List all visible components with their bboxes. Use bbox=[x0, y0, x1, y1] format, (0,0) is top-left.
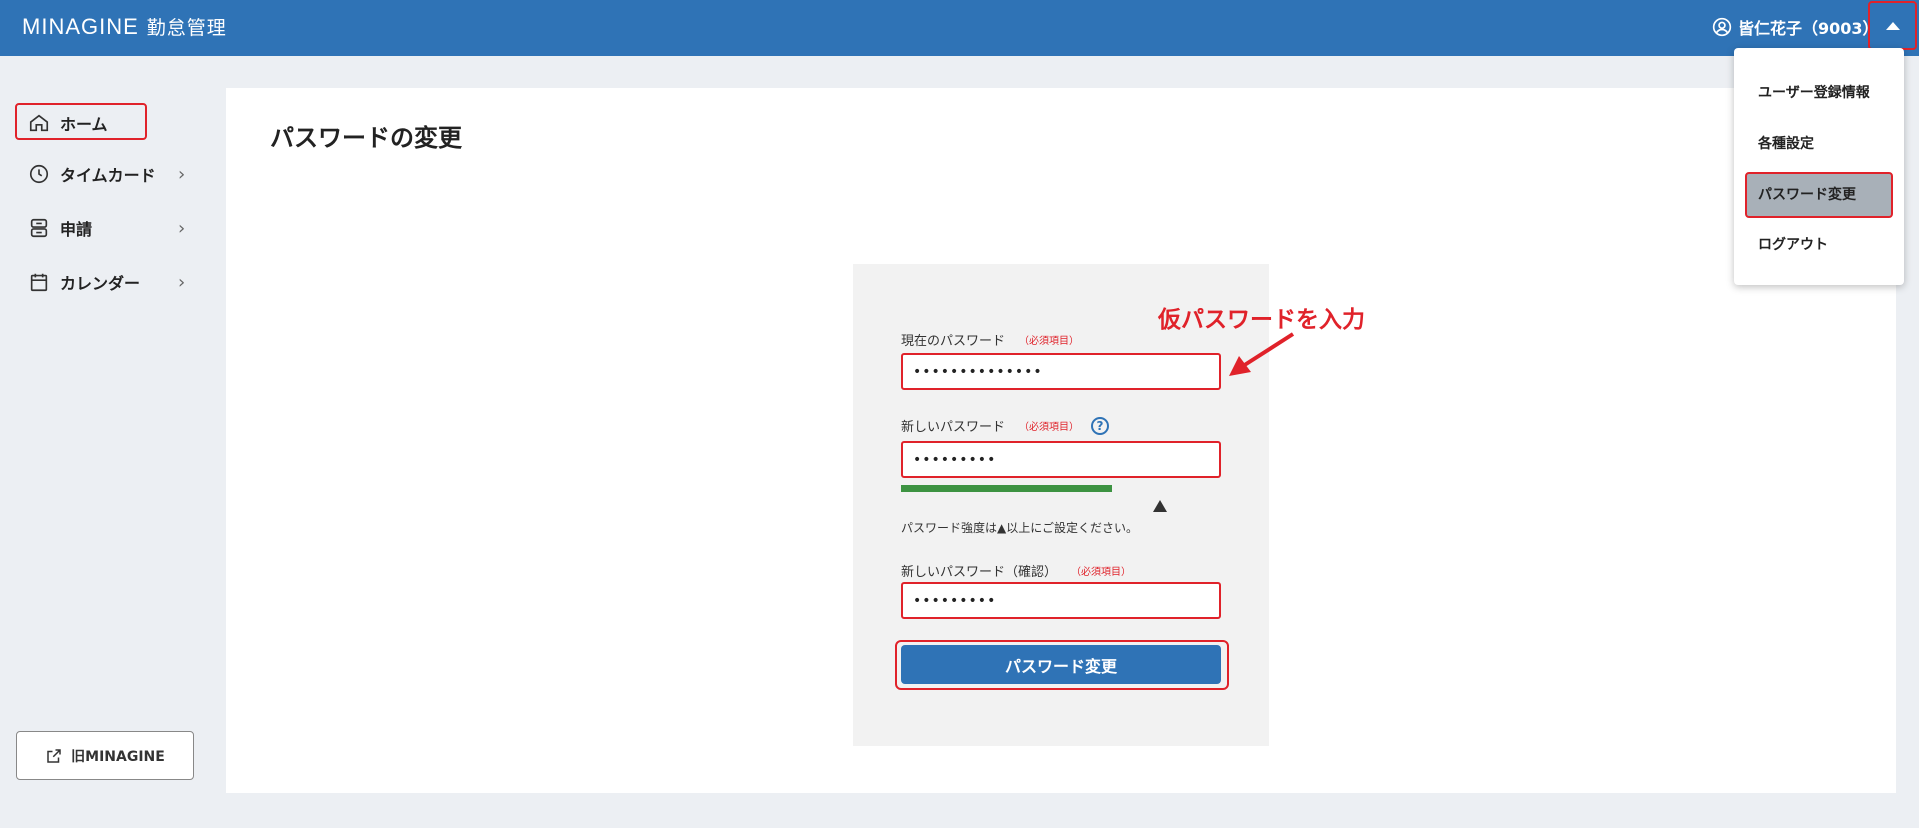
new-password-input[interactable]: ••••••••• bbox=[901, 441, 1221, 478]
sidebar-item-calendar[interactable]: カレンダー › bbox=[28, 266, 185, 298]
strength-fill bbox=[901, 485, 1112, 492]
menu-item-user-info[interactable]: ユーザー登録情報 bbox=[1758, 82, 1870, 102]
sidebar-item-home[interactable]: ホーム bbox=[28, 107, 108, 139]
logo-text: MINAGINE bbox=[22, 14, 139, 39]
confirm-password-label: 新しいパスワード（確認） （必須項目） bbox=[901, 561, 1131, 580]
page-title: パスワードの変更 bbox=[270, 124, 462, 152]
confirm-password-label-text: 新しいパスワード（確認） bbox=[901, 565, 1058, 580]
sidebar-item-label: 申請 bbox=[60, 220, 93, 239]
user-name: 皆仁花子（9003） bbox=[1738, 19, 1879, 38]
confirm-password-input[interactable]: ••••••••• bbox=[901, 582, 1221, 619]
clock-icon bbox=[29, 164, 49, 184]
current-password-input[interactable]: •••••••••••••• bbox=[901, 353, 1221, 390]
sidebar-item-timecard[interactable]: タイムカード › bbox=[28, 158, 185, 190]
user-menu[interactable]: 皆仁花子（9003） bbox=[1712, 15, 1879, 39]
menu-item-logout[interactable]: ログアウト bbox=[1758, 234, 1828, 254]
external-link-icon bbox=[47, 748, 61, 763]
sidebar-item-label: タイムカード bbox=[60, 166, 156, 185]
user-dropdown-menu: ユーザー登録情報 各種設定 パスワード変更 ログアウト bbox=[1734, 48, 1904, 285]
sidebar-item-label: ホーム bbox=[60, 115, 108, 134]
new-password-label-text: 新しいパスワード bbox=[901, 420, 1006, 435]
change-password-button[interactable]: パスワード変更 bbox=[901, 645, 1221, 684]
help-icon[interactable]: ? bbox=[1091, 416, 1110, 435]
new-password-label: 新しいパスワード （必須項目） ? bbox=[901, 416, 1110, 435]
menu-item-change-password[interactable]: パスワード変更 bbox=[1758, 184, 1856, 204]
password-strength-meter bbox=[901, 485, 1161, 492]
user-menu-toggle-button[interactable] bbox=[1868, 1, 1917, 50]
current-password-label: 現在のパスワード （必須項目） bbox=[901, 330, 1079, 349]
caret-up-icon bbox=[1885, 21, 1900, 30]
menu-item-settings[interactable]: 各種設定 bbox=[1758, 133, 1814, 153]
user-circle-icon bbox=[1712, 17, 1732, 37]
inbox-icon bbox=[30, 218, 48, 238]
chevron-right-icon: › bbox=[178, 271, 186, 293]
strength-threshold-marker-icon bbox=[1153, 500, 1167, 512]
calendar-icon bbox=[30, 273, 48, 292]
chevron-right-icon: › bbox=[178, 163, 186, 185]
sidebar-item-application[interactable]: 申請 › bbox=[28, 212, 185, 244]
brand[interactable]: MINAGINE 勤怠管理 bbox=[22, 13, 227, 40]
old-minagine-button[interactable]: 旧MINAGINE bbox=[16, 731, 194, 780]
current-password-label-text: 現在のパスワード bbox=[901, 334, 1006, 349]
top-header: MINAGINE 勤怠管理 皆仁花子（9003） bbox=[0, 0, 1919, 56]
annotation-text: 仮パスワードを入力 bbox=[1158, 307, 1365, 333]
chevron-right-icon: › bbox=[178, 217, 186, 239]
sidebar-item-label: カレンダー bbox=[60, 274, 141, 293]
home-icon bbox=[29, 114, 49, 132]
strength-hint: パスワード強度は▲以上にご設定ください。 bbox=[901, 521, 1138, 535]
annotation-arrow-icon bbox=[1229, 332, 1295, 376]
required-mark: （必須項目） bbox=[1071, 567, 1132, 578]
old-minagine-label: 旧MINAGINE bbox=[71, 748, 165, 765]
required-mark: （必須項目） bbox=[1019, 336, 1080, 347]
required-mark: （必須項目） bbox=[1019, 422, 1080, 433]
app-name: 勤怠管理 bbox=[146, 17, 227, 39]
